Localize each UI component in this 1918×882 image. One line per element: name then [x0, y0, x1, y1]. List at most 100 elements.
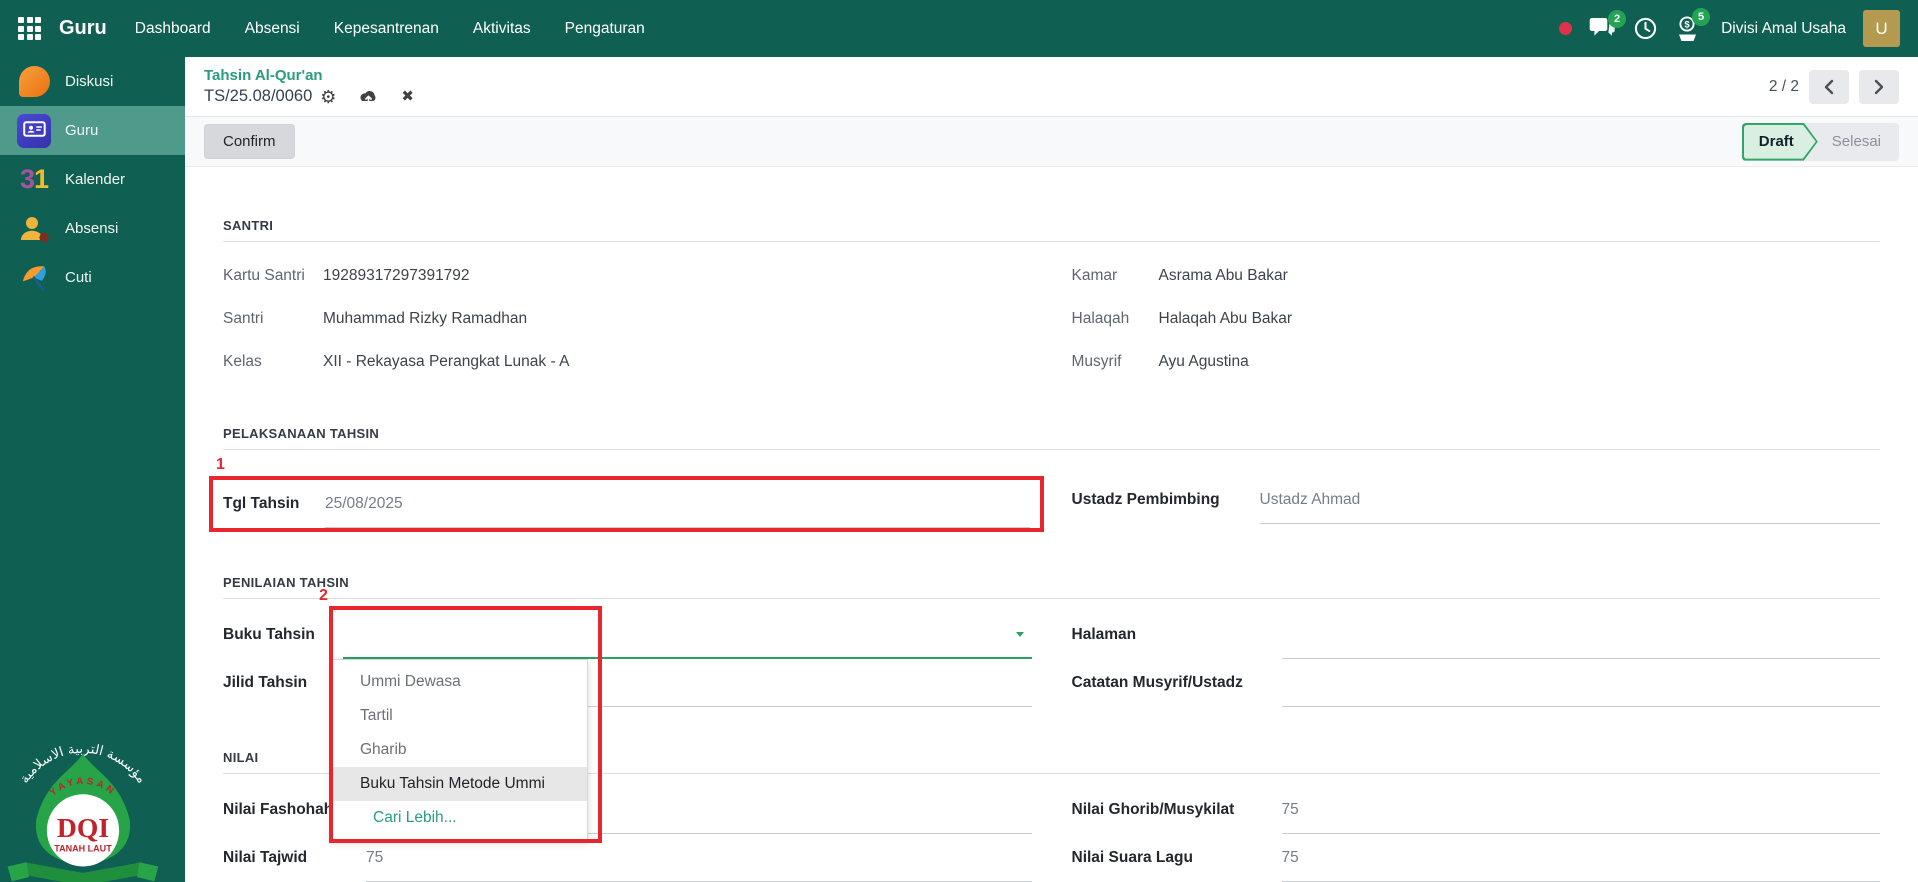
sidebar: Diskusi Guru 31 Kalender — [0, 57, 185, 882]
dropdown-option[interactable]: Tartil — [332, 699, 587, 733]
field-nilai-ghorib: Nilai Ghorib/Musykilat 75 — [1072, 786, 1881, 834]
activity-money-icon[interactable]: $ 5 — [1675, 15, 1700, 42]
clock-icon[interactable] — [1633, 16, 1658, 41]
field-label: Ustadz Pembimbing — [1072, 491, 1260, 509]
field-kartu-santri: Kartu Santri 19289317297391792 — [223, 254, 1032, 297]
field-label: Jilid Tahsin — [223, 674, 343, 692]
breadcrumb-parent-link[interactable]: Tahsin Al-Qur'an — [204, 67, 414, 84]
dropdown-search-more[interactable]: Cari Lebih... — [332, 801, 587, 834]
field-kamar: Kamar Asrama Abu Bakar — [1072, 254, 1881, 297]
nilai-suara-lagu-input[interactable]: 75 — [1282, 834, 1881, 882]
menu-kepesantrenan[interactable]: Kepesantrenan — [334, 20, 439, 38]
field-santri: Santri Muhammad Rizky Ramadhan — [223, 297, 1032, 340]
field-kelas: Kelas XII - Rekayasa Perangkat Lunak - A — [223, 340, 1032, 383]
sidebar-item-absensi[interactable]: Absensi — [0, 204, 185, 253]
buku-tahsin-dropdown: Ummi Dewasa Tartil Gharib Buku Tahsin Me… — [331, 659, 588, 840]
halaman-input[interactable] — [1282, 611, 1881, 659]
record-name: TS/25.08/0060 — [204, 87, 312, 106]
cloud-save-icon[interactable] — [358, 89, 379, 105]
nilai-ghorib-input[interactable]: 75 — [1282, 786, 1881, 834]
foundation-logo: مؤسسة التربية الاسلامية YAYASAN DQI TANA… — [3, 722, 163, 882]
messages-badge: 2 — [1608, 10, 1626, 28]
field-value: Asrama Abu Bakar — [1159, 267, 1288, 285]
discard-x-icon[interactable]: ✖ — [401, 89, 414, 104]
pager-prev-button[interactable] — [1809, 70, 1849, 104]
nilai-tajwid-input[interactable]: 75 — [366, 834, 1032, 882]
field-label: Nilai Suara Lagu — [1072, 849, 1282, 867]
statusbar: Draft Selesai — [1742, 123, 1899, 161]
sidebar-item-guru[interactable]: Guru — [0, 106, 185, 155]
app-name[interactable]: Guru — [59, 17, 107, 40]
calendar-31-icon: 31 — [16, 162, 52, 198]
buku-tahsin-input[interactable]: 2 Ummi Dewasa Tartil Gharib Buku Tahsin … — [343, 611, 1032, 659]
dropdown-option-highlighted[interactable]: Buku Tahsin Metode Ummi — [332, 767, 587, 801]
menu-absensi[interactable]: Absensi — [245, 20, 300, 38]
field-label: Tgl Tahsin — [223, 495, 325, 513]
field-nilai-tajwid: Nilai Tajwid 75 — [223, 834, 1032, 882]
form-sheet: SANTRI Kartu Santri 19289317297391792 Sa… — [185, 167, 1918, 882]
field-label: Nilai Ghorib/Musykilat — [1072, 801, 1282, 819]
field-label: Musyrif — [1072, 353, 1159, 371]
catatan-input[interactable] — [1282, 659, 1881, 707]
field-label: Catatan Musyrif/Ustadz — [1072, 674, 1282, 692]
field-label: Santri — [223, 310, 323, 328]
sidebar-item-diskusi[interactable]: Diskusi — [0, 57, 185, 106]
annotation-box-1: 1 Tgl Tahsin 25/08/2025 — [209, 476, 1044, 532]
user-avatar[interactable]: U — [1863, 10, 1900, 47]
field-halaqah: Halaqah Halaqah Abu Bakar — [1072, 297, 1881, 340]
section-title-penilaian: PENILAIAN TAHSIN — [223, 575, 1880, 599]
field-label: Buku Tahsin — [223, 626, 343, 644]
pager-next-button[interactable] — [1859, 70, 1899, 104]
status-draft[interactable]: Draft — [1742, 123, 1818, 161]
field-value: 19289317297391792 — [323, 267, 470, 285]
menu-dashboard[interactable]: Dashboard — [135, 20, 211, 38]
menu-pengaturan[interactable]: Pengaturan — [565, 20, 645, 38]
timeoff-umbrella-icon — [16, 260, 52, 296]
breadcrumb-bar: Tahsin Al-Qur'an TS/25.08/0060 ⚙ ✖ 2 / 2 — [185, 57, 1918, 116]
attendance-person-icon — [16, 211, 52, 247]
ustadz-pembimbing-input[interactable]: Ustadz Ahmad — [1260, 476, 1881, 524]
company-switcher[interactable]: Divisi Amal Usaha — [1721, 20, 1846, 38]
field-halaman: Halaman — [1072, 611, 1881, 659]
confirm-button[interactable]: Confirm — [204, 124, 295, 159]
field-label: Halaman — [1072, 626, 1282, 644]
menu-aktivitas[interactable]: Aktivitas — [473, 20, 531, 38]
sidebar-item-label: Kalender — [65, 171, 125, 188]
apps-grid-icon[interactable] — [18, 17, 41, 40]
dropdown-option[interactable]: Gharib — [332, 733, 587, 767]
section-title-santri: SANTRI — [223, 218, 1880, 242]
field-catatan: Catatan Musyrif/Ustadz — [1072, 659, 1881, 707]
dropdown-option[interactable]: Ummi Dewasa — [332, 665, 587, 699]
field-value: XII - Rekayasa Perangkat Lunak - A — [323, 353, 569, 371]
sidebar-item-label: Diskusi — [65, 73, 113, 90]
field-label: Kartu Santri — [223, 267, 323, 285]
field-value: Halaqah Abu Bakar — [1159, 310, 1293, 328]
svg-text:$: $ — [1684, 20, 1690, 31]
status-selesai[interactable]: Selesai — [1805, 123, 1899, 161]
field-label: Nilai Tajwid — [223, 849, 366, 867]
messages-icon[interactable]: 2 — [1589, 17, 1616, 40]
recording-dot-icon — [1559, 22, 1572, 35]
main-menu: Dashboard Absensi Kepesantrenan Aktivita… — [135, 20, 645, 38]
logo-region-text: TANAH LAUT — [54, 844, 112, 854]
section-title-pelaksanaan: PELAKSANAAN TAHSIN — [223, 426, 1880, 450]
field-buku-tahsin: Buku Tahsin 2 Ummi Dewasa Tartil Gharib — [223, 611, 1032, 659]
pager-value[interactable]: 2 / 2 — [1769, 78, 1799, 96]
field-label: Halaqah — [1072, 310, 1159, 328]
field-musyrif: Musyrif Ayu Agustina — [1072, 340, 1881, 383]
field-tgl-tahsin: Tgl Tahsin 25/08/2025 — [223, 480, 1030, 528]
field-value: Muhammad Rizky Ramadhan — [323, 310, 527, 328]
sidebar-item-kalender[interactable]: 31 Kalender — [0, 155, 185, 204]
teacher-screen-icon — [16, 113, 52, 149]
sidebar-item-cuti[interactable]: Cuti — [0, 253, 185, 302]
top-navbar: Guru Dashboard Absensi Kepesantrenan Akt… — [0, 0, 1918, 57]
tgl-tahsin-input[interactable]: 25/08/2025 — [325, 480, 1030, 528]
sidebar-item-label: Guru — [65, 122, 98, 139]
gear-icon[interactable]: ⚙ — [320, 88, 336, 106]
field-label: Kelas — [223, 353, 323, 371]
field-value: Ayu Agustina — [1159, 353, 1249, 371]
control-panel: Confirm Draft Selesai — [185, 116, 1918, 167]
field-label: Kamar — [1072, 267, 1159, 285]
dropdown-caret-icon[interactable] — [1016, 632, 1024, 637]
field-nilai-suara-lagu: Nilai Suara Lagu 75 — [1072, 834, 1881, 882]
